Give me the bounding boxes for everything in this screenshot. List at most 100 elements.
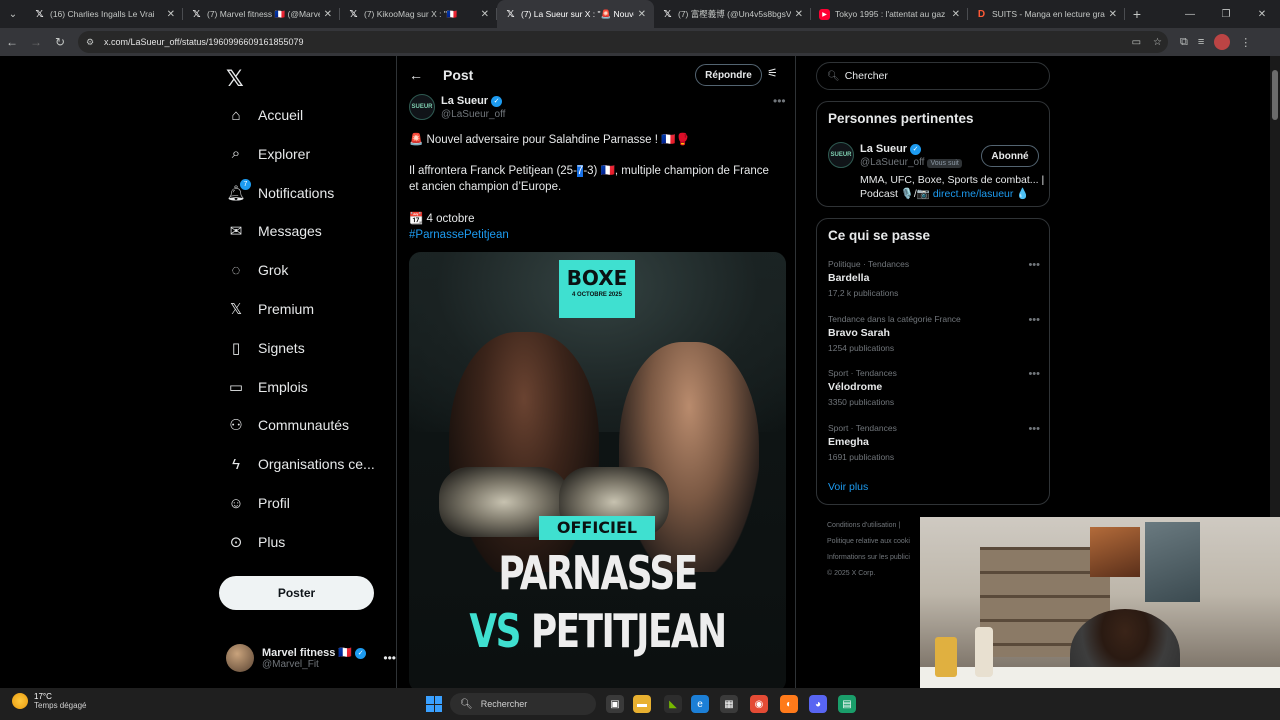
back-arrow-icon[interactable]: ← bbox=[409, 67, 423, 83]
nav-item-1[interactable]: ⌂ Accueil bbox=[226, 100, 303, 130]
nav-item-3[interactable]: 🔔︎ 7 Notifications bbox=[226, 178, 334, 208]
vs-label: VS bbox=[469, 604, 521, 658]
back-arrow-icon[interactable]: ← bbox=[0, 30, 24, 54]
new-tab-button[interactable]: + bbox=[1125, 0, 1149, 28]
trend-name: Emegha bbox=[828, 436, 869, 449]
footer-link[interactable]: Conditions d'utilisation | bbox=[827, 518, 927, 534]
relevant-name[interactable]: La Sueur bbox=[860, 143, 907, 155]
nav-item-8[interactable]: ▭ Emplois bbox=[226, 372, 308, 402]
trend-item[interactable]: Politique · Tendances Bardella 17,2 k publ… bbox=[828, 259, 1040, 298]
account-handle: @Marvel_Fit bbox=[262, 659, 319, 670]
author-avatar[interactable]: SUEUR bbox=[409, 94, 435, 120]
edge-icon[interactable]: e bbox=[691, 695, 709, 713]
browser-tab[interactable]: 𝕏 (16) Charlies Ingalls Le Vrai ✕ bbox=[26, 0, 183, 28]
nvidia-icon[interactable]: ◣ bbox=[664, 695, 682, 713]
close-tab-icon[interactable]: ✕ bbox=[167, 9, 175, 20]
account-switcher[interactable]: Marvel fitness 🇫🇷 ✓ @Marvel_Fit ••• bbox=[226, 641, 396, 675]
browser-tab[interactable]: ▶ Tokyo 1995 : l'attentat au gaz s ✕ bbox=[811, 0, 968, 28]
nav-item-2[interactable]: ⌕ Explorer bbox=[226, 139, 310, 169]
nav-item-label: Grok bbox=[258, 262, 289, 279]
nav-item-4[interactable]: ✉ Messages bbox=[226, 216, 322, 246]
trend-item[interactable]: Sport · Tendances Vélodrome 3350 publicati… bbox=[828, 368, 1040, 407]
reload-icon[interactable]: ↻ bbox=[48, 30, 72, 54]
nav-item-7[interactable]: ▯ Signets bbox=[226, 333, 305, 363]
trend-item[interactable]: Tendance dans la catégorie France Bravo S… bbox=[828, 314, 1040, 353]
scrollbar-thumb[interactable] bbox=[1272, 70, 1278, 120]
x-logo-icon[interactable]: 𝕏 bbox=[226, 66, 244, 92]
close-window-icon[interactable]: ✕ bbox=[1244, 0, 1280, 28]
search-icon: 🔍︎ bbox=[460, 698, 473, 710]
taskbar-search[interactable]: 🔍︎ Rechercher bbox=[450, 693, 596, 715]
forward-arrow-icon[interactable]: → bbox=[24, 30, 48, 54]
close-tab-icon[interactable]: ✕ bbox=[324, 9, 332, 20]
trend-more-dots-icon[interactable]: ••• bbox=[1028, 423, 1040, 435]
address-bar[interactable]: ⚙ x.com/LaSueur_off/status/1960996609161… bbox=[78, 31, 1168, 53]
author-name[interactable]: La Sueur bbox=[441, 95, 488, 107]
nav-item-9[interactable]: ⚇ Communautés bbox=[226, 410, 349, 440]
windows-start-icon[interactable] bbox=[426, 696, 442, 712]
hashtag-link[interactable]: #ParnassePetitjean bbox=[409, 227, 789, 243]
trend-category: Sport · Tendances bbox=[828, 368, 897, 379]
discord-icon[interactable]: ◕ bbox=[809, 695, 827, 713]
nav-item-5[interactable]: ◌ Grok bbox=[226, 255, 289, 285]
event-sport: BOXE bbox=[566, 266, 628, 290]
close-tab-icon[interactable]: ✕ bbox=[952, 9, 960, 20]
close-tab-icon[interactable]: ✕ bbox=[795, 9, 803, 20]
footer-link[interactable]: Informations sur les publici bbox=[827, 550, 927, 566]
post-more-dots-icon[interactable]: ••• bbox=[773, 94, 786, 108]
relevant-avatar[interactable]: SUEUR bbox=[828, 142, 854, 168]
nav-item-label: Premium bbox=[258, 301, 315, 317]
browser-tab[interactable]: 𝕏 (7) Marvel fitness 🇫🇷 (@Marvel_ ✕ bbox=[183, 0, 340, 28]
task-view-icon[interactable]: ▣ bbox=[606, 695, 624, 713]
trend-item[interactable]: Sport · Tendances Emegha 1691 publications… bbox=[828, 423, 1040, 462]
chrome-menu-icon[interactable]: ⋮ bbox=[1240, 36, 1251, 49]
search-icon: ⌕ bbox=[231, 145, 241, 163]
author-handle[interactable]: @LaSueur_off bbox=[441, 109, 505, 120]
post-image[interactable]: BOXE 4 OCTOBRE 2025 OFFICIEL PARNASSE VS… bbox=[409, 252, 786, 688]
tab-title: (7) La Sueur sur X : "🚨 Nouvel bbox=[521, 8, 634, 19]
store-icon[interactable]: ▦ bbox=[720, 695, 738, 713]
see-more-link[interactable]: Voir plus bbox=[828, 481, 868, 493]
trend-more-dots-icon[interactable]: ••• bbox=[1028, 259, 1040, 271]
tab-title: (16) Charlies Ingalls Le Vrai bbox=[50, 9, 155, 19]
tweet-text-line: Il affrontera Franck Petitjean (25-7-3) … bbox=[409, 163, 789, 179]
footer-link[interactable]: © 2025 X Corp. bbox=[827, 566, 927, 582]
weather-widget[interactable]: 17°C Temps dégagé bbox=[12, 692, 86, 710]
close-tab-icon[interactable]: ✕ bbox=[1109, 9, 1117, 20]
trend-more-dots-icon[interactable]: ••• bbox=[1028, 314, 1040, 326]
trend-name: Bravo Sarah bbox=[828, 326, 890, 339]
file-explorer-icon[interactable]: ▬ bbox=[633, 695, 651, 713]
search-input[interactable]: 🔍︎ Chercher bbox=[816, 62, 1050, 90]
trend-more-dots-icon[interactable]: ••• bbox=[1028, 368, 1040, 380]
cast-icon[interactable]: ▭ bbox=[1132, 37, 1141, 48]
close-tab-icon[interactable]: ✕ bbox=[638, 9, 646, 20]
profile-avatar-icon[interactable] bbox=[1214, 34, 1231, 50]
post-column: ← Post Répondre ⚟ SUEUR La Sueur ✓ @LaSue… bbox=[396, 56, 796, 688]
bookmark-star-icon[interactable]: ☆ bbox=[1153, 37, 1162, 48]
maximize-icon[interactable]: ❐ bbox=[1208, 0, 1244, 28]
more-dots-icon[interactable]: ••• bbox=[383, 651, 396, 665]
site-info-icon[interactable]: ⚙ bbox=[86, 37, 98, 48]
browser-tab[interactable]: D SUITS - Manga en lecture gratu ✕ bbox=[968, 0, 1125, 28]
nav-item-11[interactable]: ☺ Profil bbox=[226, 488, 290, 518]
browser-tab[interactable]: 𝕏 (7) KikooMag sur X : "🇫🇷 ✕ bbox=[340, 0, 497, 28]
tab-search-chevron-icon[interactable]: ⌄ bbox=[0, 0, 26, 28]
browser-tab[interactable]: 𝕏 (7) 富樫義博 (@Un4v5s8bgsVk ✕ bbox=[654, 0, 811, 28]
nav-item-10[interactable]: ϟ Organisations ce... bbox=[226, 449, 375, 479]
extensions-icon[interactable]: ⧉ bbox=[1180, 36, 1188, 49]
bio-link[interactable]: direct.me/lasueur bbox=[933, 188, 1014, 200]
following-button[interactable]: Abonné bbox=[981, 145, 1039, 167]
reading-list-icon[interactable]: ≡ bbox=[1198, 36, 1204, 48]
reply-button[interactable]: Répondre bbox=[695, 64, 762, 86]
chrome-icon[interactable]: ◉ bbox=[750, 695, 768, 713]
nav-item-6[interactable]: 𝕏 Premium bbox=[226, 294, 314, 324]
nav-item-12[interactable]: ⊙ Plus bbox=[226, 527, 286, 557]
app-icon[interactable]: ▤ bbox=[838, 695, 856, 713]
browser-tab[interactable]: 𝕏 (7) La Sueur sur X : "🚨 Nouvel ✕ bbox=[497, 0, 654, 28]
footer-link[interactable]: Politique relative aux cooki bbox=[827, 534, 927, 550]
post-button[interactable]: Poster bbox=[219, 576, 374, 610]
firefox-icon[interactable]: ◐ bbox=[780, 695, 798, 713]
filter-sliders-icon[interactable]: ⚟ bbox=[767, 66, 778, 80]
close-tab-icon[interactable]: ✕ bbox=[481, 9, 489, 20]
minimize-icon[interactable]: — bbox=[1172, 0, 1208, 28]
